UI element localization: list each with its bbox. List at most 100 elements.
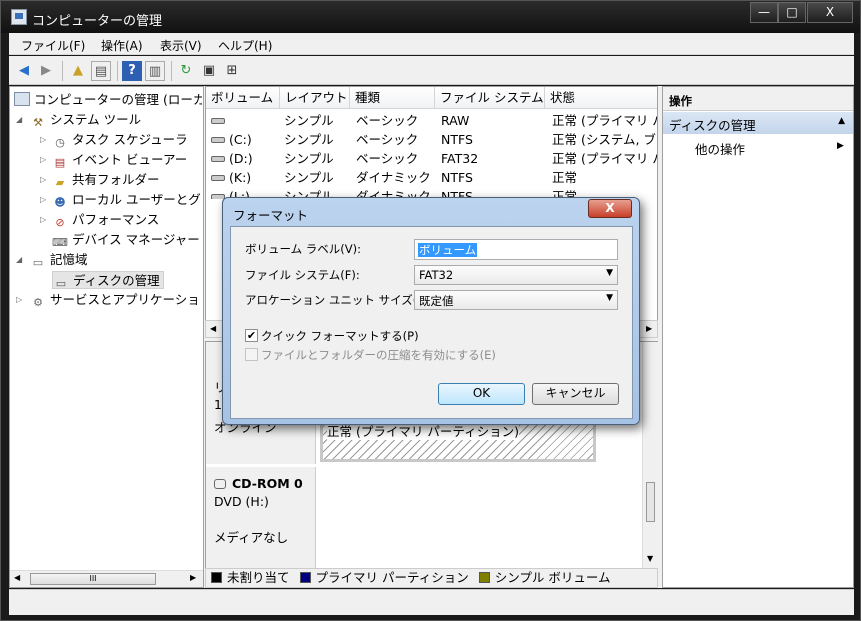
collapse-up-icon[interactable]: ▲	[838, 116, 845, 126]
tree-item-performance[interactable]: ⊘ パフォーマンス	[52, 211, 202, 229]
tree-item-local-users[interactable]: ☻ ローカル ユーザーとグ	[52, 191, 202, 209]
legend-swatch-unallocated	[211, 572, 222, 583]
menu-file[interactable]: ファイル(F)	[21, 37, 85, 54]
minimize-button[interactable]: —	[750, 2, 778, 23]
format-dialog: フォーマット X ボリューム ラベル(V): ボリューム ファイル システム(F…	[222, 197, 640, 425]
volume-label-input[interactable]: ボリューム	[414, 239, 618, 260]
menu-action[interactable]: 操作(A)	[101, 37, 143, 54]
table-cell: NTFS	[441, 170, 473, 185]
collapse-arrow-icon[interactable]: ◢	[16, 115, 22, 124]
action-more-actions[interactable]: 他の操作	[695, 139, 745, 158]
scroll-thumb[interactable]: III	[30, 573, 156, 585]
show-tree-icon[interactable]: ▤	[91, 61, 111, 81]
event-log-icon: ▤	[54, 156, 66, 169]
column-header-filesystem[interactable]: ファイル システム	[435, 87, 545, 109]
disk-settings-icon[interactable]: ⊞	[222, 61, 242, 81]
dialog-close-button[interactable]: X	[588, 199, 632, 218]
title-bar[interactable]: コンピューターの管理 — □ X	[1, 1, 860, 33]
computer-management-icon	[11, 9, 27, 25]
tree-item-system-tools[interactable]: ⚒ システム ツール	[30, 111, 202, 129]
table-cell: 正常 (プライマリ パ	[552, 151, 658, 166]
maximize-button[interactable]: □	[778, 2, 806, 23]
graphical-vertical-scrollbar[interactable]: ▼	[642, 342, 658, 568]
compression-label: ファイルとフォルダーの圧縮を有効にする(E)	[261, 348, 496, 362]
menu-help[interactable]: ヘルプ(H)	[218, 37, 272, 54]
help-icon[interactable]: ?	[122, 61, 142, 81]
menu-bar: ファイル(F) 操作(A) 表示(V) ヘルプ(H)	[9, 33, 854, 55]
actions-section-disk-management[interactable]: ディスクの管理 ▲	[663, 112, 853, 134]
table-cell: ベーシック	[356, 132, 419, 147]
quick-format-label[interactable]: クイック フォーマットする(P)	[261, 328, 419, 344]
show-action-pane-icon[interactable]: ▥	[145, 61, 165, 81]
table-cell: ダイナミック	[356, 170, 431, 185]
tree-item-shared-folders[interactable]: ▰ 共有フォルダー	[52, 171, 202, 189]
disk-icon	[211, 156, 225, 162]
expand-arrow-icon[interactable]: ▷	[16, 295, 22, 304]
column-header-volume[interactable]: ボリューム	[206, 87, 280, 109]
ok-button[interactable]: OK	[438, 383, 525, 405]
tree-item-root[interactable]: コンピューターの管理 (ローカ	[14, 91, 202, 109]
actions-pane: 操作 ディスクの管理 ▲ 他の操作 ▶	[662, 86, 854, 588]
compression-checkbox[interactable]	[245, 348, 258, 361]
clock-icon: ◷	[55, 136, 65, 149]
table-row[interactable]	[211, 111, 279, 130]
forward-icon[interactable]: ▶	[36, 61, 56, 81]
table-cell: シンプル	[284, 151, 334, 166]
quick-format-checkbox[interactable]: ✔	[245, 329, 258, 342]
scroll-thumb[interactable]	[646, 482, 655, 522]
dialog-body: ボリューム ラベル(V): ボリューム ファイル システム(F): FAT32 ▼…	[230, 226, 633, 419]
tree-item-device-manager[interactable]: ⌨ デバイス マネージャー	[52, 231, 202, 249]
actions-header: 操作	[663, 87, 853, 111]
menu-view[interactable]: 表示(V)	[160, 37, 202, 54]
cancel-button[interactable]: キャンセル	[532, 383, 619, 405]
legend-swatch-simple	[478, 572, 490, 583]
cdrom-media: メディアなし	[214, 530, 289, 545]
back-icon[interactable]: ◀	[14, 61, 34, 81]
table-cell: シンプル	[284, 170, 334, 185]
disk-icon	[211, 175, 225, 181]
tree-item-event-viewer[interactable]: ▤ イベント ビューアー	[52, 151, 202, 169]
refresh-icon[interactable]: ↻	[176, 61, 196, 81]
scroll-left-icon[interactable]: ◀	[14, 573, 20, 582]
expand-arrow-icon[interactable]: ▷	[40, 155, 46, 164]
cdrom-info[interactable]: CD-ROM 0 DVD (H:) メディアなし	[206, 467, 316, 570]
volume-label-label: ボリューム ラベル(V):	[245, 242, 362, 256]
submenu-arrow-icon: ▶	[837, 141, 844, 151]
collapse-arrow-icon[interactable]: ◢	[16, 255, 22, 264]
table-cell: 正常	[552, 170, 578, 185]
scroll-left-icon[interactable]: ◀	[210, 324, 216, 333]
dialog-title: フォーマット	[233, 208, 309, 223]
dropdown-arrow-icon: ▼	[606, 268, 613, 278]
column-header-layout[interactable]: レイアウト	[280, 87, 350, 109]
expand-arrow-icon[interactable]: ▷	[40, 195, 46, 204]
table-row[interactable]: (K:)	[211, 168, 279, 187]
table-row[interactable]: (D:)	[211, 149, 279, 168]
expand-arrow-icon[interactable]: ▷	[40, 135, 46, 144]
filesystem-select[interactable]: FAT32 ▼	[414, 265, 618, 285]
table-cell: 正常 (プライマリ パ	[552, 113, 658, 128]
table-cell: ベーシック	[356, 113, 419, 128]
tree-item-task-scheduler[interactable]: ◷ タスク スケジューラ	[52, 131, 202, 149]
table-row[interactable]: (C:)	[211, 130, 279, 149]
expand-arrow-icon[interactable]: ▷	[40, 175, 46, 184]
up-folder-icon[interactable]: ▲	[68, 61, 88, 81]
properties-icon[interactable]: ▣	[199, 61, 219, 81]
table-cell: 正常 (システム, ブー	[552, 132, 658, 147]
scroll-right-icon[interactable]: ▶	[190, 573, 196, 582]
expand-arrow-icon[interactable]: ▷	[40, 215, 46, 224]
tree-item-services[interactable]: ⚙ サービスとアプリケーショ	[30, 291, 202, 309]
close-button[interactable]: X	[807, 2, 853, 23]
table-cell: ベーシック	[356, 151, 419, 166]
tree-item-disk-management[interactable]: ▭ ディスクの管理	[52, 271, 164, 289]
tools-icon: ⚒	[33, 116, 43, 129]
scroll-down-icon[interactable]: ▼	[647, 554, 653, 563]
column-header-status[interactable]: 状態	[545, 87, 657, 109]
allocation-unit-select[interactable]: 既定値 ▼	[414, 290, 618, 310]
legend-label: シンプル ボリューム	[494, 570, 611, 585]
scroll-right-icon[interactable]: ▶	[646, 324, 652, 333]
column-header-type[interactable]: 種類	[350, 87, 435, 109]
cdrom-drive: DVD (H:)	[214, 494, 269, 509]
tree-item-storage[interactable]: ▭ 記憶域	[30, 251, 202, 269]
legend-label: 未割り当て	[227, 570, 290, 585]
tree-horizontal-scrollbar[interactable]: ◀ III ▶	[10, 570, 203, 587]
